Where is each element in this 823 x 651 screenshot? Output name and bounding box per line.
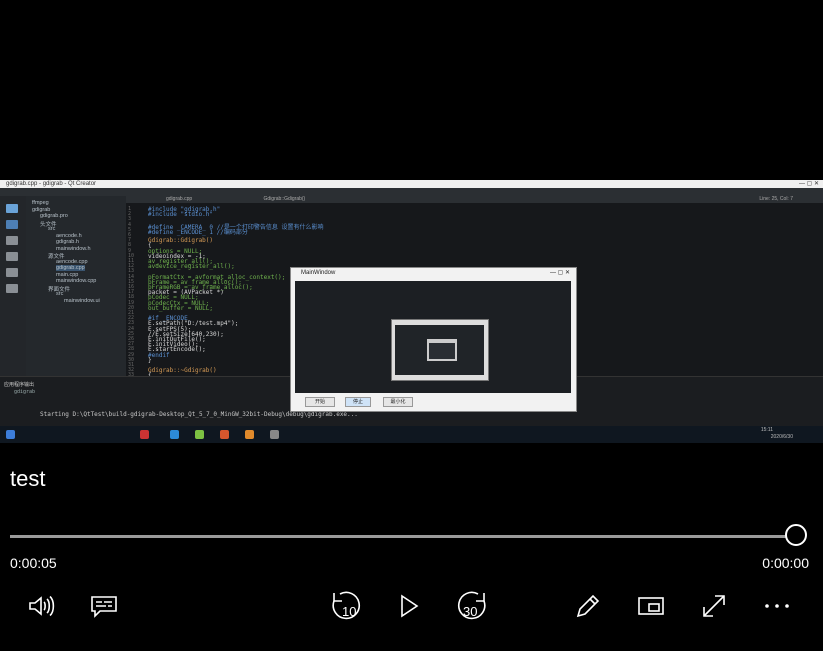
captions-icon: [91, 596, 117, 618]
tree-item: mainwindow.ui: [64, 297, 100, 304]
code-line: Gdigrab::Gdigrab(): [148, 237, 214, 245]
embedded-mainwindow: MainWindow — ▢ ✕ 开始 停止 最小化: [290, 267, 577, 412]
tree-item: gdigrab.cpp: [56, 265, 85, 271]
svg-text:10: 10: [342, 604, 356, 619]
tree-item: gdigrab: [32, 206, 51, 213]
tree-item: aencode.cpp: [56, 258, 88, 265]
seek-thumb[interactable]: [785, 524, 807, 546]
fullscreen-icon: [703, 595, 725, 617]
skip-forward-button[interactable]: 30: [456, 590, 488, 622]
skip-back-button[interactable]: 10: [330, 590, 362, 622]
svg-text:30: 30: [463, 604, 477, 619]
remaining-time: 0:00:00: [762, 555, 809, 571]
tree-item: aencode.h: [56, 232, 82, 239]
seek-bar[interactable]: [10, 524, 807, 546]
code-line: }: [148, 356, 152, 364]
tree-item: mainwindow.h: [56, 245, 91, 252]
tree-item: src: [48, 226, 56, 232]
code-line: #include "stdio.h": [148, 211, 214, 219]
play-icon: [401, 594, 419, 618]
skip-forward-icon: 30: [458, 591, 486, 620]
tree-item: main.cpp: [56, 271, 79, 278]
captions-button[interactable]: [88, 590, 120, 622]
qt-window-titlebar: gdigrab.cpp - gdigrab - Qt Creator — ▢ ✕: [0, 180, 823, 188]
skip-back-icon: 10: [332, 591, 360, 620]
tree-item: gdigrab.h: [56, 239, 79, 245]
qt-window-title: gdigrab.cpp - gdigrab - Qt Creator: [6, 181, 97, 187]
code-line: #define _ENCODE_ 1 //编码部分: [148, 228, 248, 236]
more-icon: [765, 604, 789, 608]
edit-button[interactable]: [572, 590, 604, 622]
code-line: out_buffer = NULL;: [148, 304, 214, 312]
volume-icon: [29, 595, 55, 617]
tree-item: gdigrab.pro: [40, 213, 68, 219]
elapsed-time: 0:00:05: [10, 555, 57, 571]
video-title: test: [10, 466, 46, 491]
fullscreen-button[interactable]: [698, 590, 730, 622]
miniview-icon: [638, 597, 664, 615]
miniview-button[interactable]: [635, 590, 667, 622]
qt-menubar: 文件(F)编辑(E)构建(B)调试(D)Analyze工具(T)控件(W)帮助(…: [0, 188, 823, 203]
code-line: avdevice_register_all();: [148, 263, 235, 271]
tree-item: src: [56, 291, 64, 297]
pen-icon: [576, 594, 600, 618]
video-frame[interactable]: gdigrab.cpp - gdigrab - Qt Creator — ▢ ✕…: [0, 180, 823, 443]
play-button[interactable]: [393, 590, 425, 622]
taskbar: 15:11 2020/6/30: [0, 426, 823, 443]
volume-button[interactable]: [25, 590, 57, 622]
tree-item: mainwindow.cpp: [56, 278, 97, 284]
seek-progress: [10, 535, 796, 538]
code-line: Gdigrab::~Gdigrab(): [148, 367, 217, 375]
more-button[interactable]: [761, 590, 793, 622]
tree-item: ffmpeg: [32, 200, 49, 206]
